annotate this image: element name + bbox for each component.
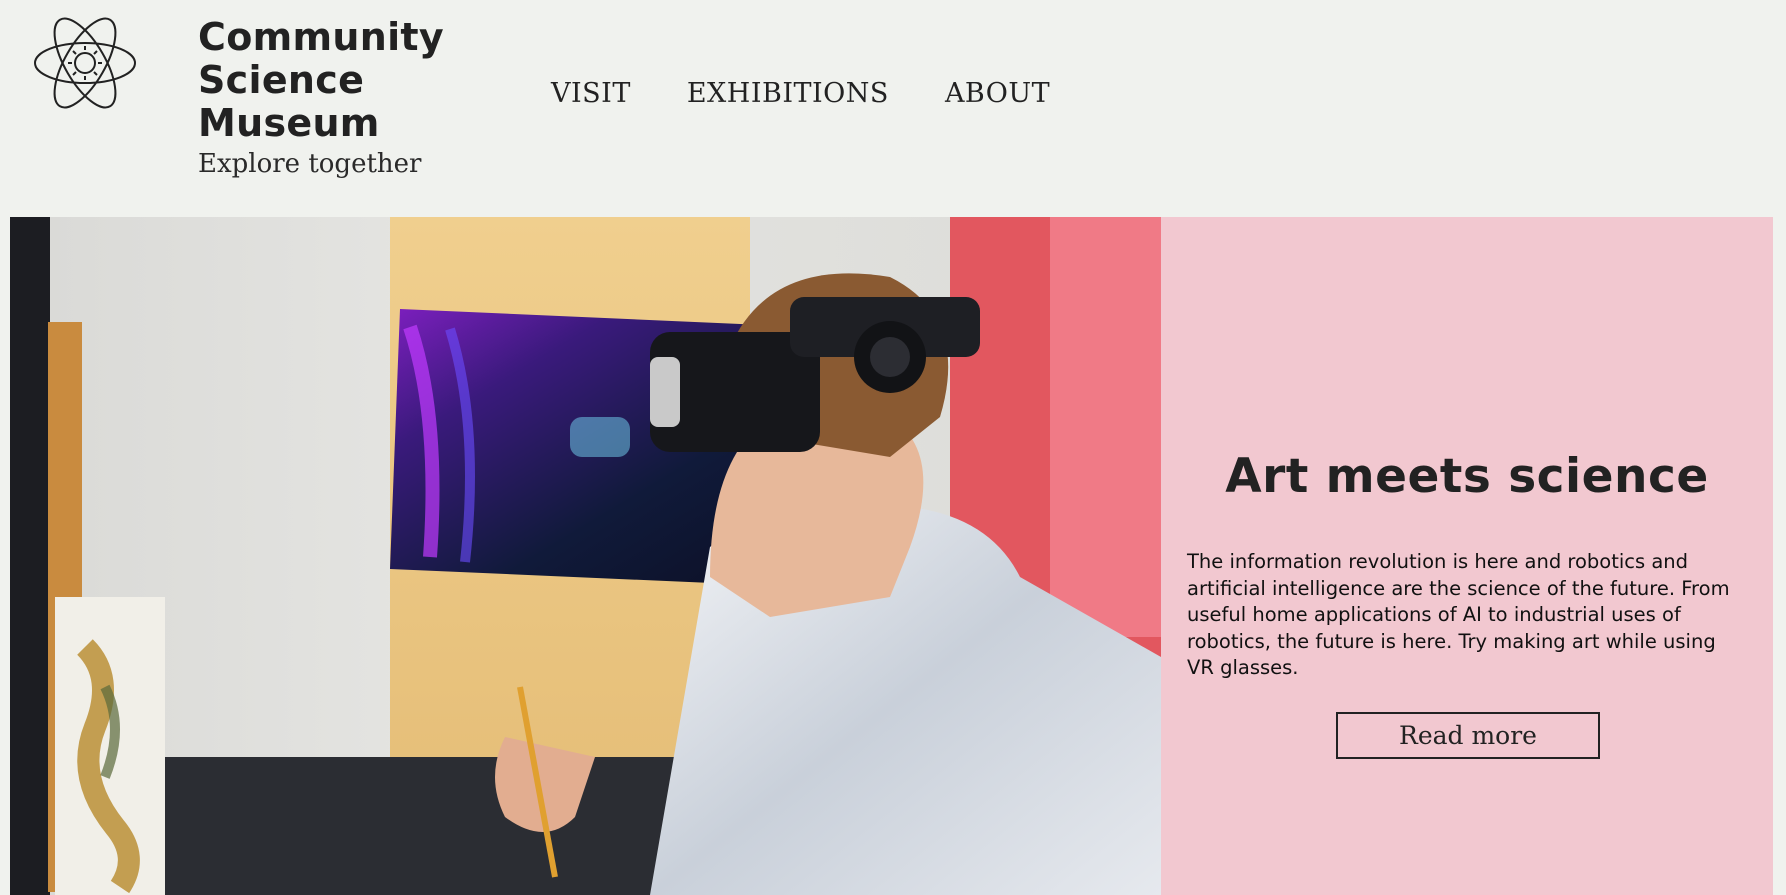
- read-more-button[interactable]: Read more: [1336, 712, 1600, 759]
- nav-item-about[interactable]: ABOUT: [945, 78, 1050, 109]
- site-title[interactable]: Community Science Museum: [198, 16, 444, 145]
- person-vr-headset-painting-photo: [10, 217, 1161, 895]
- site-tagline: Explore together: [198, 149, 422, 179]
- nav-item-exhibitions[interactable]: EXHIBITIONS: [687, 78, 889, 109]
- feature-description: The information revolution is here and r…: [1187, 550, 1730, 679]
- brand-block: Community Science Museum Explore togethe…: [198, 16, 444, 180]
- hero-section: Art meets science The information revolu…: [10, 217, 1773, 895]
- atom-icon[interactable]: [32, 14, 138, 112]
- feature-panel: Art meets science The information revolu…: [1161, 217, 1773, 895]
- main-nav: VISIT EXHIBITIONS ABOUT: [551, 78, 1050, 109]
- nav-item-visit[interactable]: VISIT: [551, 78, 631, 109]
- site-header: Community Science Museum Explore togethe…: [0, 0, 1786, 217]
- feature-heading: Art meets science: [1225, 449, 1709, 504]
